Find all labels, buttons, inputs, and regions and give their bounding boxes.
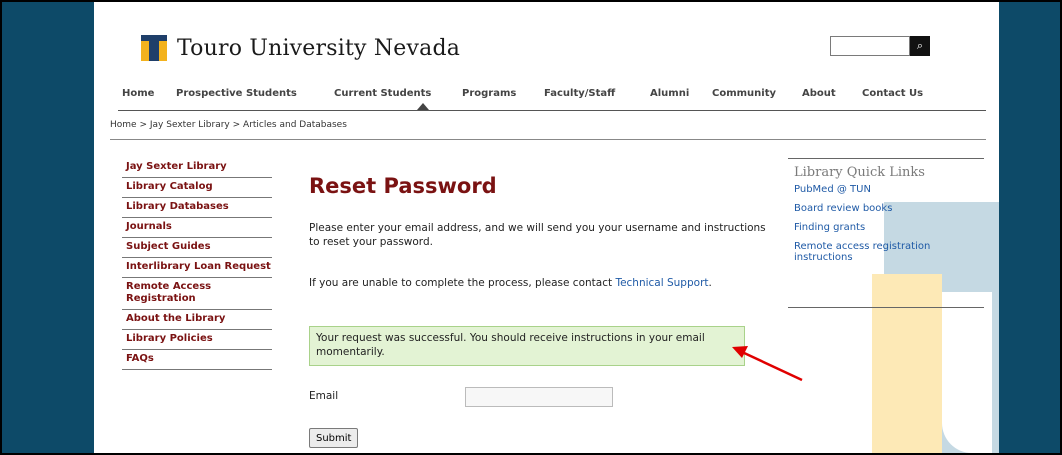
browser-frame: Touro University Nevada ⌕ Home Prospecti… xyxy=(0,0,1062,455)
page: Touro University Nevada ⌕ Home Prospecti… xyxy=(94,2,999,453)
annotation-arrow-icon xyxy=(732,346,803,382)
